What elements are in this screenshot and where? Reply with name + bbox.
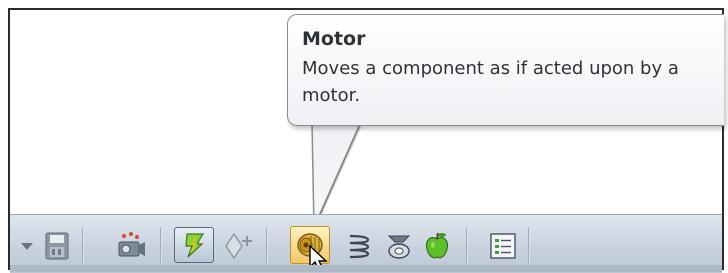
motor-tooltip: Motor Moves a component as if acted upon…: [287, 14, 724, 126]
toolbar-separator: [82, 227, 84, 265]
autokey-button[interactable]: [174, 227, 214, 263]
dropdown-arrow-icon[interactable]: [18, 229, 36, 263]
add-update-key-button[interactable]: [222, 229, 256, 263]
spring-button[interactable]: [342, 229, 376, 263]
tooltip-title: Motor: [302, 28, 366, 50]
toolbar-separator: [160, 227, 162, 265]
toolbar-separator: [266, 227, 268, 265]
contact-icon: [387, 235, 411, 259]
autokey-icon: [185, 233, 205, 258]
results-and-plots-button[interactable]: [486, 229, 520, 263]
save-animation-icon: [45, 232, 69, 260]
animation-wizard-button[interactable]: [114, 229, 148, 263]
toolbar-separator: [528, 227, 530, 265]
spring-icon: [349, 234, 370, 259]
animation-wizard-icon: [118, 232, 145, 257]
add-update-key-icon: [225, 232, 252, 260]
toolbar-separator: [466, 227, 468, 265]
tooltip-description: Moves a component as if acted upon by a …: [302, 58, 679, 106]
gravity-button[interactable]: [420, 229, 454, 263]
gravity-icon: [425, 232, 449, 259]
contact-button[interactable]: [382, 229, 416, 263]
results-and-plots-icon: [490, 233, 516, 259]
save-animation-button[interactable]: [40, 229, 74, 263]
toolbar-bottom-edge: [10, 265, 722, 272]
